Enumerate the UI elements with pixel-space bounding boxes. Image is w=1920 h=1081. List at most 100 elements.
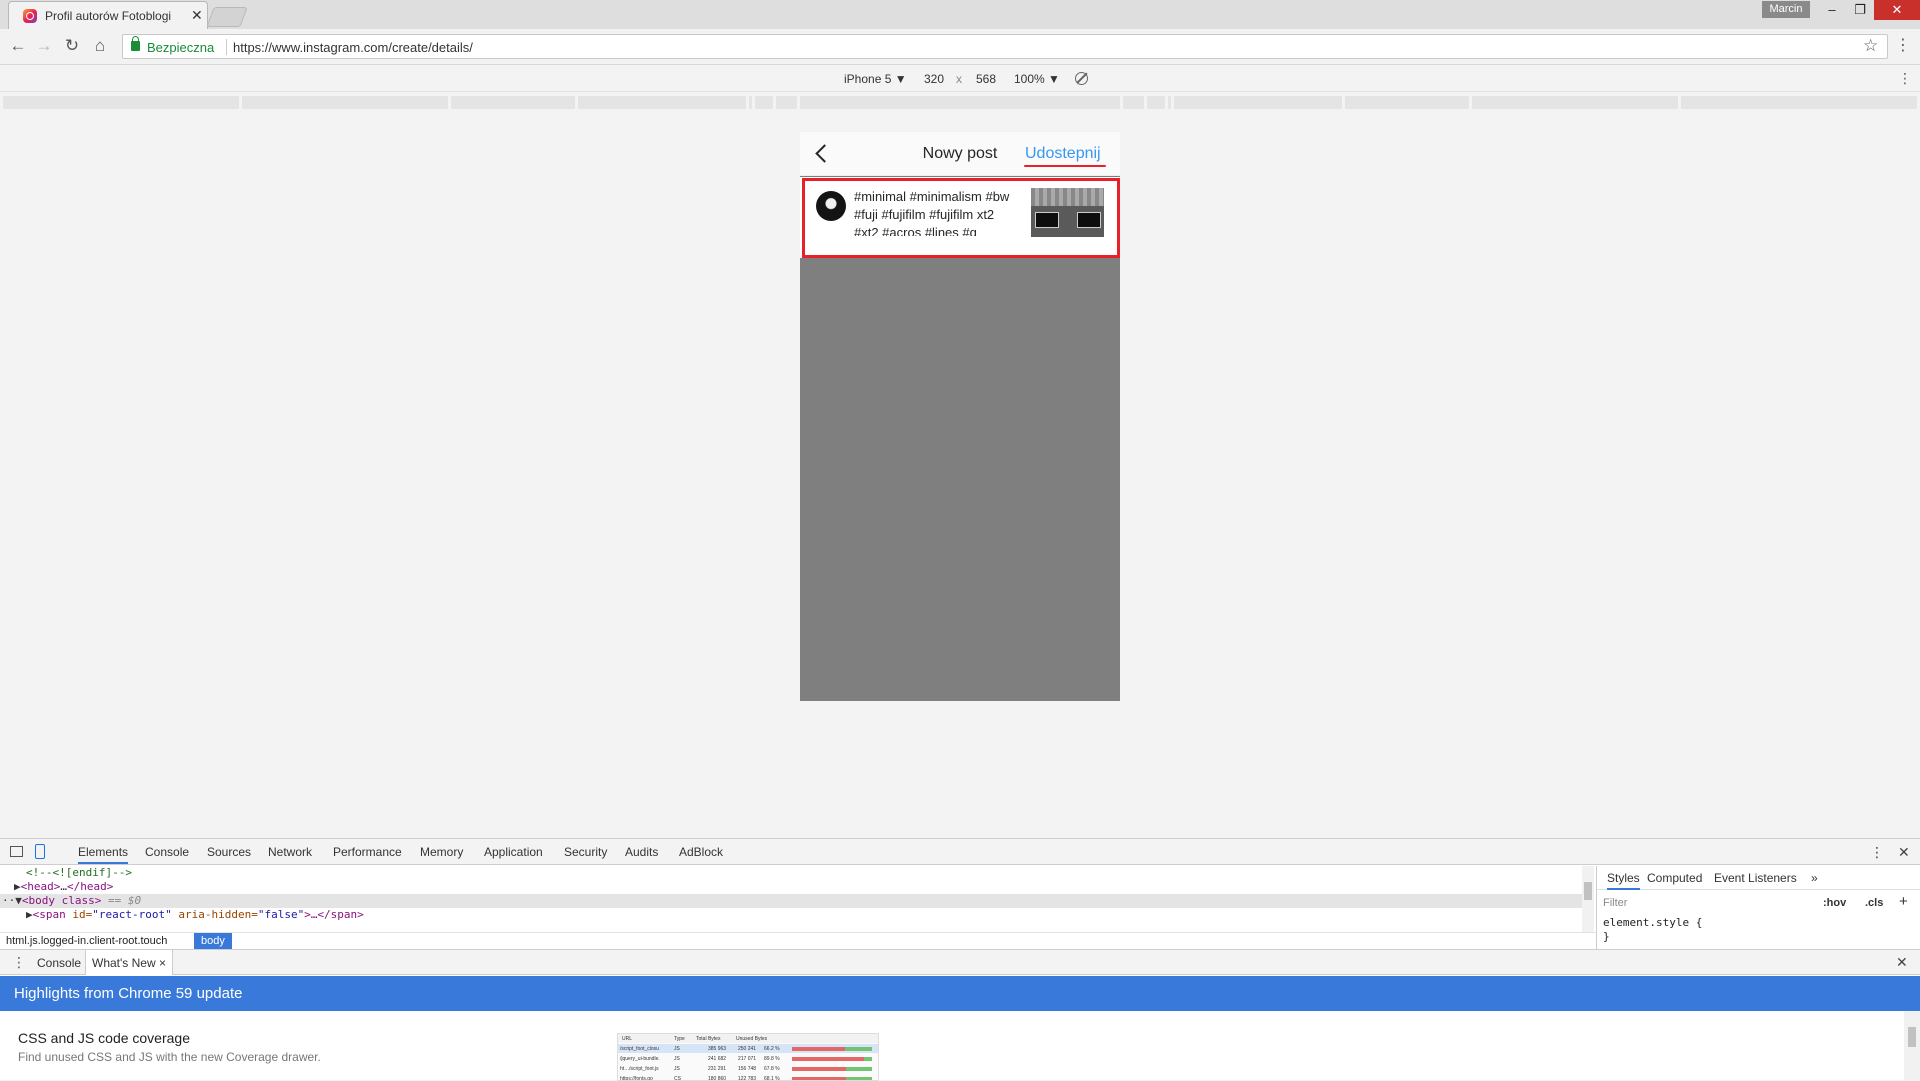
- close-icon[interactable]: ✕: [191, 7, 203, 24]
- class-toggle[interactable]: .cls: [1865, 897, 1883, 909]
- tab-styles[interactable]: Styles: [1607, 871, 1640, 890]
- breadcrumb-item[interactable]: html.js.logged-in.client-root.touch: [6, 935, 167, 947]
- attr-name: aria-hidden=: [171, 908, 258, 921]
- element-style-rule[interactable]: element.style { }: [1603, 916, 1702, 944]
- ruler-segment[interactable]: [755, 96, 773, 109]
- ruler-segment[interactable]: [1681, 96, 1917, 109]
- rotate-icon[interactable]: [1075, 72, 1088, 85]
- drawer-tab-whats-new[interactable]: What's New ×: [85, 950, 173, 975]
- ruler-segment[interactable]: [578, 96, 746, 109]
- height-input[interactable]: 568: [976, 72, 996, 86]
- coverage-unused-bar: [792, 1047, 845, 1051]
- new-tab-button[interactable]: [206, 7, 248, 27]
- home-icon[interactable]: ⌂: [90, 36, 110, 56]
- tab-console[interactable]: Console: [145, 845, 189, 859]
- dom-node[interactable]: ▶<span id="react-root" aria-hidden="fals…: [0, 908, 1582, 922]
- dom-node[interactable]: <!--<![endif]-->: [0, 866, 1582, 880]
- selection-marker: == $0: [101, 894, 142, 907]
- ruler-segment[interactable]: [800, 96, 1120, 109]
- ruler-segment[interactable]: [749, 96, 752, 109]
- tab-security[interactable]: Security: [564, 845, 607, 859]
- close-icon[interactable]: ×: [159, 956, 166, 970]
- secure-label: Bezpieczna: [147, 40, 215, 55]
- browser-tab[interactable]: Profil autorów Fotoblogi ✕: [8, 1, 208, 29]
- dom-node[interactable]: ▶<head>…</head>: [0, 880, 1582, 894]
- coverage-cell: 385 963: [708, 1046, 727, 1052]
- inspect-element-icon[interactable]: [10, 846, 23, 857]
- more-tabs-icon[interactable]: »: [1811, 871, 1818, 885]
- drawer-tab-label: What's New: [92, 956, 156, 970]
- star-icon[interactable]: ☆: [1863, 36, 1878, 56]
- coverage-used-bar: [845, 1047, 872, 1051]
- tag-text: <span: [32, 908, 73, 921]
- close-window-button[interactable]: ✕: [1874, 0, 1920, 20]
- feature-description: Find unused CSS and JS with the new Cove…: [18, 1050, 321, 1064]
- reload-icon[interactable]: ↻: [62, 36, 82, 56]
- ruler-segment[interactable]: [1174, 96, 1342, 109]
- breadcrumb-item-active[interactable]: body: [194, 933, 232, 950]
- devtools-tabbar: Elements Console Sources Network Perform…: [0, 839, 1920, 865]
- scrollbar-thumb[interactable]: [1584, 882, 1592, 900]
- ruler-segment[interactable]: [776, 96, 797, 109]
- ruler-segment[interactable]: [3, 96, 239, 109]
- coverage-cell: CS: [674, 1076, 681, 1081]
- drawer-tab-console[interactable]: Console: [37, 956, 81, 970]
- ruler-segment[interactable]: [451, 96, 575, 109]
- forward-arrow-icon[interactable]: →: [34, 36, 54, 56]
- tab-event-listeners[interactable]: Event Listeners: [1714, 871, 1797, 885]
- tab-sources[interactable]: Sources: [207, 845, 251, 859]
- ruler-segment[interactable]: [1472, 96, 1678, 109]
- maximize-button[interactable]: ❐: [1846, 0, 1874, 20]
- ruler-segment[interactable]: [1168, 96, 1171, 109]
- devtools-menu-icon[interactable]: ⋮: [1870, 844, 1884, 861]
- tab-computed[interactable]: Computed: [1647, 871, 1702, 885]
- dom-node-selected[interactable]: ··▼<body class> == $0: [0, 894, 1582, 908]
- banner-title: Highlights from Chrome 59 update: [14, 985, 243, 1002]
- scrollbar[interactable]: [1582, 866, 1594, 932]
- url-text[interactable]: https://www.instagram.com/create/details…: [233, 40, 473, 55]
- tag-text: >…</span>: [304, 908, 364, 921]
- coverage-col: Type: [674, 1036, 685, 1042]
- title-bar: Profil autorów Fotoblogi ✕ Marcin – ❐ ✕: [0, 0, 1920, 29]
- divider: [226, 39, 227, 55]
- tab-adblock[interactable]: AdBlock: [679, 845, 723, 859]
- scrollbar-thumb[interactable]: [1908, 1027, 1916, 1047]
- tab-performance[interactable]: Performance: [333, 845, 402, 859]
- phone-screen: Nowy post Udostepnij #minimal #minimalis…: [800, 132, 1120, 701]
- profile-badge[interactable]: Marcin: [1762, 1, 1810, 18]
- tab-title: Profil autorów Fotoblogi: [45, 9, 172, 23]
- device-select[interactable]: iPhone 5 ▼: [844, 72, 907, 86]
- coverage-row: ht…/script_foot.js JS 231 291 156 748 67.8 %: [618, 1064, 878, 1073]
- tab-audits[interactable]: Audits: [625, 845, 658, 859]
- address-bar[interactable]: Bezpieczna https://www.instagram.com/cre…: [122, 34, 1888, 59]
- ellipsis: …: [60, 880, 67, 893]
- ruler-segment[interactable]: [1345, 96, 1469, 109]
- add-rule-button[interactable]: +: [1899, 893, 1908, 910]
- drawer-menu-icon[interactable]: ⋮: [12, 954, 26, 971]
- menu-icon[interactable]: ⋮: [1895, 35, 1911, 55]
- drawer-tabbar: ⋮ Console What's New × ✕: [0, 949, 1920, 975]
- tag-text: </head>: [67, 880, 114, 893]
- tab-memory[interactable]: Memory: [420, 845, 463, 859]
- tab-elements[interactable]: Elements: [78, 845, 129, 864]
- zoom-select[interactable]: 100% ▼: [1014, 72, 1060, 86]
- ruler-segment[interactable]: [1147, 96, 1165, 109]
- minimize-button[interactable]: –: [1818, 0, 1846, 20]
- ruler-segment[interactable]: [242, 96, 448, 109]
- annotation-underline: [1024, 165, 1106, 167]
- styles-filter-input[interactable]: Filter: [1603, 897, 1793, 909]
- device-menu-icon[interactable]: ⋮: [1898, 70, 1912, 87]
- back-arrow-icon[interactable]: ←: [8, 36, 28, 56]
- annotation-highlight-box: [802, 178, 1120, 258]
- hover-state-toggle[interactable]: :hov: [1823, 897, 1846, 909]
- tab-application[interactable]: Application: [484, 845, 543, 859]
- width-input[interactable]: 320: [924, 72, 944, 86]
- coverage-row: /jquery_ui-bundle. JS 241 682 217 071 89.8 %: [618, 1054, 878, 1063]
- device-mode-icon[interactable]: [35, 844, 45, 859]
- close-icon[interactable]: ✕: [1898, 844, 1910, 861]
- scrollbar[interactable]: [1904, 1011, 1920, 1081]
- share-button[interactable]: Udostepnij: [1025, 145, 1101, 163]
- ruler-segment[interactable]: [1123, 96, 1144, 109]
- close-drawer-icon[interactable]: ✕: [1896, 954, 1908, 971]
- tab-network[interactable]: Network: [268, 845, 312, 859]
